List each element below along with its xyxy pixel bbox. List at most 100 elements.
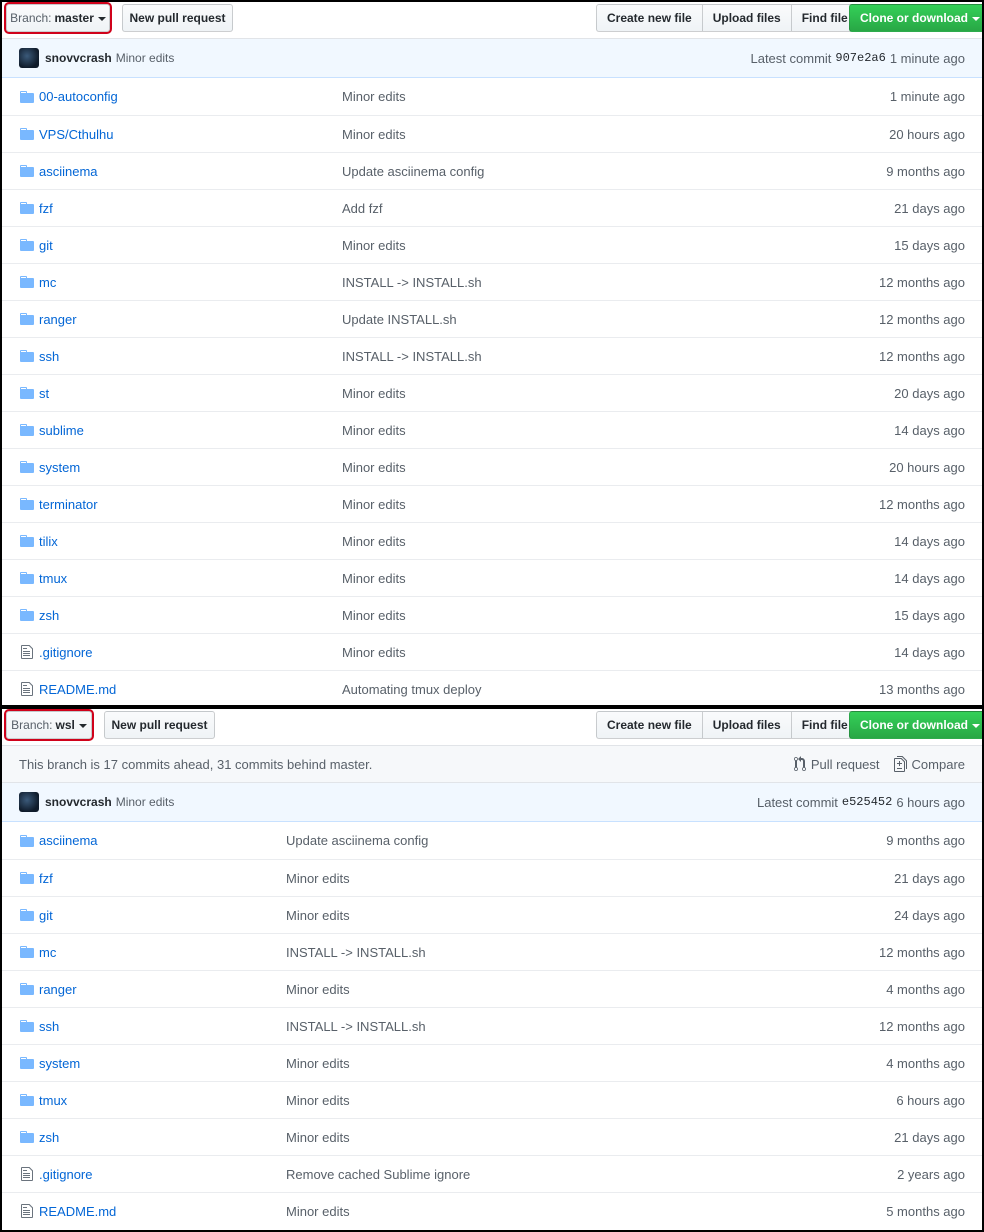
table-row: mc INSTALL -> INSTALL.sh 12 months ago (2, 933, 982, 970)
commit-message-link[interactable]: INSTALL -> INSTALL.sh (342, 275, 482, 290)
commit-message-link[interactable]: Update asciinema config (286, 833, 428, 848)
commit-message-link[interactable]: Update asciinema config (342, 164, 484, 179)
commit-message-link[interactable]: Minor edits (286, 871, 350, 886)
commit-message-link[interactable]: Minor edits (342, 534, 406, 549)
commit-message-link[interactable]: Minor edits (286, 1130, 350, 1145)
branch-value: wsl (55, 718, 75, 732)
commit-message-link[interactable]: Minor edits (286, 1056, 350, 1071)
upload-files-button[interactable]: Upload files (701, 711, 792, 739)
clone-or-download-button[interactable]: Clone or download (849, 711, 982, 739)
file-name-link[interactable]: git (39, 238, 53, 253)
file-name-link[interactable]: ranger (39, 312, 77, 327)
file-name-link[interactable]: git (39, 908, 53, 923)
file-name-link[interactable]: mc (39, 275, 56, 290)
commit-message-link[interactable]: Minor edits (342, 238, 406, 253)
file-name-link[interactable]: terminator (39, 497, 98, 512)
commit-age: 2 years ago (897, 1166, 965, 1182)
file-name-link[interactable]: README.md (39, 1204, 116, 1219)
table-row: mc INSTALL -> INSTALL.sh 12 months ago (2, 263, 982, 300)
commit-message-link[interactable]: Minor edits (342, 497, 406, 512)
file-name-link[interactable]: zsh (39, 1130, 59, 1145)
file-name-link[interactable]: fzf (39, 201, 53, 216)
commit-author[interactable]: snovvcrash (45, 795, 112, 809)
commit-message-link[interactable]: INSTALL -> INSTALL.sh (286, 1019, 426, 1034)
file-navigation: Branch: wsl New pull request Create new … (2, 709, 982, 746)
commit-message-link[interactable]: Add fzf (342, 201, 382, 216)
create-new-file-button[interactable]: Create new file (596, 711, 703, 739)
commit-message-link[interactable]: INSTALL -> INSTALL.sh (342, 349, 482, 364)
file-name-link[interactable]: ssh (39, 349, 59, 364)
pull-request-link[interactable]: Pull request (793, 756, 880, 772)
file-name-link[interactable]: ranger (39, 982, 77, 997)
commit-message-link[interactable]: Minor edits (342, 571, 406, 586)
commit-message-link[interactable]: Minor edits (342, 127, 406, 142)
file-name-link[interactable]: ssh (39, 1019, 59, 1034)
file-name-link[interactable]: 00-autoconfig (39, 89, 118, 104)
commit-message-link[interactable]: Minor edits (342, 608, 406, 623)
file-name-link[interactable]: zsh (39, 608, 59, 623)
file-name-link[interactable]: fzf (39, 871, 53, 886)
file-name-link[interactable]: asciinema (39, 833, 98, 848)
file-icon (19, 1203, 35, 1219)
commit-message-link[interactable]: Minor edits (286, 908, 350, 923)
commit-tease: snovvcrash Minor edits Latest commit 907… (2, 39, 982, 78)
compare-link[interactable]: Compare (893, 756, 965, 772)
clone-or-download-button[interactable]: Clone or download (849, 4, 982, 32)
file-name-link[interactable]: asciinema (39, 164, 98, 179)
commit-message-link[interactable]: Minor edits (286, 982, 350, 997)
new-pull-request-button[interactable]: New pull request (122, 4, 233, 32)
file-name-link[interactable]: tmux (39, 571, 67, 586)
file-name-link[interactable]: README.md (39, 682, 116, 697)
commit-age: 20 days ago (894, 385, 965, 401)
file-name-link[interactable]: .gitignore (39, 645, 92, 660)
pull-request-label: Pull request (810, 756, 880, 772)
commit-message-link[interactable]: Minor edits (342, 386, 406, 401)
file-name-link[interactable]: VPS/Cthulhu (39, 127, 113, 142)
commit-message-link[interactable]: Automating tmux deploy (342, 682, 481, 697)
branch-select-button[interactable]: Branch: master (4, 2, 112, 34)
commit-age: 12 months ago (878, 496, 965, 512)
commit-message-link[interactable]: INSTALL -> INSTALL.sh (286, 945, 426, 960)
commit-message-link[interactable]: Minor edits (342, 423, 406, 438)
clone-label: Clone or download (860, 11, 968, 25)
file-name-link[interactable]: .gitignore (39, 1167, 92, 1182)
folder-icon (19, 385, 35, 401)
commit-sha[interactable]: e525452 (842, 795, 892, 809)
table-row: 00-autoconfig Minor edits 1 minute ago (2, 78, 982, 115)
commit-message-link[interactable]: Minor edits (286, 1093, 350, 1108)
folder-icon (19, 163, 35, 179)
folder-icon (19, 1129, 35, 1145)
avatar[interactable] (19, 792, 39, 812)
commit-message-link[interactable]: Minor edits (342, 460, 406, 475)
folder-icon (19, 1092, 35, 1108)
commit-sha[interactable]: 907e2a6 (835, 51, 885, 65)
table-row: ssh INSTALL -> INSTALL.sh 12 months ago (2, 337, 982, 374)
latest-commit-label: Latest commit (756, 794, 838, 810)
commit-message-link[interactable]: Minor edits (342, 645, 406, 660)
commit-message[interactable]: Minor edits (116, 795, 175, 809)
commit-message[interactable]: Minor edits (116, 51, 175, 65)
folder-icon (19, 870, 35, 886)
table-row: README.md Minor edits 5 months ago (2, 1192, 982, 1229)
file-name-link[interactable]: system (39, 1056, 80, 1071)
avatar[interactable] (19, 48, 39, 68)
new-pull-request-button[interactable]: New pull request (104, 711, 215, 739)
upload-files-button[interactable]: Upload files (701, 4, 792, 32)
commit-message-link[interactable]: Remove cached Sublime ignore (286, 1167, 470, 1182)
folder-icon (19, 126, 35, 142)
commit-author[interactable]: snovvcrash (45, 51, 112, 65)
branch-select-button[interactable]: Branch: wsl (4, 709, 94, 741)
create-new-file-button[interactable]: Create new file (596, 4, 703, 32)
file-name-link[interactable]: system (39, 460, 80, 475)
folder-icon (19, 1018, 35, 1034)
file-name-link[interactable]: tilix (39, 534, 58, 549)
commit-message-link[interactable]: Minor edits (286, 1204, 350, 1219)
file-name-link[interactable]: st (39, 386, 49, 401)
file-name-link[interactable]: mc (39, 945, 56, 960)
file-name-link[interactable]: tmux (39, 1093, 67, 1108)
commit-message-link[interactable]: Minor edits (342, 89, 406, 104)
table-row: fzf Add fzf 21 days ago (2, 189, 982, 226)
wsl-branch-panel: Branch: wsl New pull request Create new … (0, 707, 984, 1232)
file-name-link[interactable]: sublime (39, 423, 84, 438)
commit-message-link[interactable]: Update INSTALL.sh (342, 312, 457, 327)
